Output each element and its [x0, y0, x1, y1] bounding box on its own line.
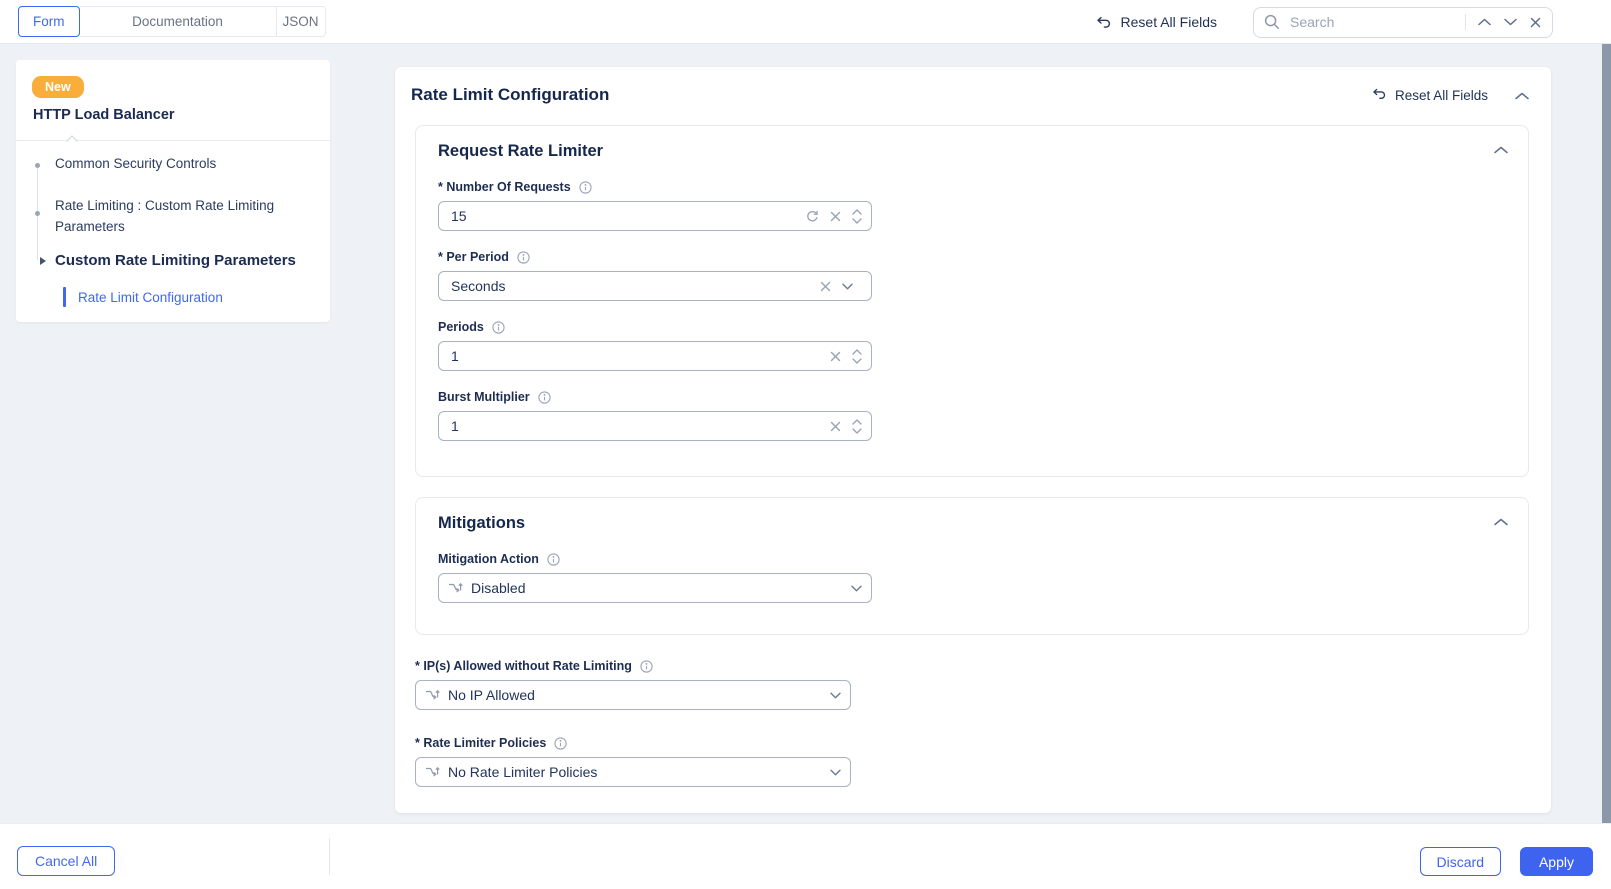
- section-title: Request Rate Limiter: [438, 142, 604, 160]
- mitigations-section: Mitigations Mitigation Action Disabled: [415, 497, 1529, 635]
- sidebar-divider: [16, 134, 330, 147]
- reset-all-fields-button[interactable]: Reset All Fields: [1095, 14, 1217, 30]
- bullet-icon: [35, 211, 40, 216]
- panel-reset-all-fields-label: Reset All Fields: [1394, 88, 1488, 103]
- info-icon[interactable]: [579, 180, 592, 194]
- rate-limiter-policies-field: * Rate Limiter Policies No Rate Limiter …: [415, 736, 851, 787]
- search-divider: [1465, 14, 1466, 30]
- app-window: Form Documentation JSON Reset All Fields: [0, 0, 1611, 889]
- number-stepper-icon[interactable]: [852, 208, 862, 225]
- mitigation-action-select[interactable]: Disabled: [438, 573, 872, 603]
- field-label: * Rate Limiter Policies: [415, 736, 547, 750]
- info-icon[interactable]: [492, 320, 505, 334]
- periods-input[interactable]: [439, 348, 830, 364]
- field-label: Burst Multiplier: [438, 390, 530, 404]
- field-label: * IP(s) Allowed without Rate Limiting: [415, 659, 632, 673]
- bullet-icon: [35, 163, 40, 168]
- footer-bar: Cancel All Discard Apply: [0, 823, 1611, 889]
- section-collapse-icon[interactable]: [1494, 518, 1508, 526]
- sidebar-item-rate-limit-configuration[interactable]: Rate Limit Configuration: [78, 290, 223, 305]
- burst-multiplier-input[interactable]: [439, 418, 830, 434]
- clear-icon[interactable]: [830, 421, 841, 432]
- refresh-icon[interactable]: [806, 210, 819, 223]
- view-tabs: Form Documentation JSON: [18, 6, 326, 37]
- selected-value: Seconds: [451, 278, 506, 294]
- field-label: * Number Of Requests: [438, 180, 571, 194]
- field-label: Mitigation Action: [438, 552, 539, 566]
- request-rate-limiter-section: Request Rate Limiter * Number Of Request…: [415, 125, 1529, 477]
- undo-icon: [1095, 15, 1112, 30]
- apply-button[interactable]: Apply: [1519, 847, 1593, 876]
- sidebar: New HTTP Load Balancer Common Security C…: [16, 60, 330, 322]
- vertical-scrollbar[interactable]: [1602, 44, 1611, 826]
- sidebar-item-rate-limiting[interactable]: Rate Limiting : Custom Rate Limiting Par…: [55, 195, 301, 237]
- ips-allowed-field: * IP(s) Allowed without Rate Limiting No…: [415, 659, 851, 710]
- divider-notch: [66, 134, 78, 147]
- undo-icon: [1371, 87, 1387, 104]
- chevron-down-icon: [830, 769, 841, 776]
- active-item-indicator: [63, 287, 66, 307]
- selected-value: No Rate Limiter Policies: [448, 764, 598, 780]
- search-next-icon[interactable]: [1504, 18, 1517, 26]
- tab-form[interactable]: Form: [18, 6, 80, 37]
- section-collapse-icon[interactable]: [1494, 146, 1508, 154]
- tab-json[interactable]: JSON: [275, 6, 326, 37]
- reset-all-fields-label: Reset All Fields: [1120, 14, 1217, 30]
- selected-value: No IP Allowed: [448, 687, 535, 703]
- rate-limiter-policies-select[interactable]: No Rate Limiter Policies: [415, 757, 851, 787]
- burst-multiplier-input-wrap: [438, 411, 872, 441]
- discard-button[interactable]: Discard: [1419, 847, 1501, 876]
- clear-icon[interactable]: [830, 211, 841, 222]
- selected-value: Disabled: [471, 580, 526, 596]
- info-icon[interactable]: [517, 250, 530, 264]
- number-of-requests-input-wrap: [438, 201, 872, 231]
- sidebar-item-common-security-controls[interactable]: Common Security Controls: [55, 156, 216, 171]
- per-period-select[interactable]: Seconds: [438, 271, 872, 301]
- field-label: * Per Period: [438, 250, 509, 264]
- page-title: Rate Limit Configuration: [411, 85, 610, 104]
- split-arrow-icon: [425, 765, 440, 779]
- panel-header-actions: Reset All Fields: [1371, 87, 1529, 104]
- sidebar-item-custom-rate-limiting-parameters[interactable]: Custom Rate Limiting Parameters: [55, 252, 296, 269]
- search-prev-icon[interactable]: [1478, 18, 1491, 26]
- info-icon[interactable]: [547, 552, 560, 566]
- burst-multiplier-field: Burst Multiplier: [438, 390, 1508, 441]
- search-input[interactable]: [1288, 13, 1459, 31]
- search-icon: [1264, 14, 1280, 30]
- topbar-right: Reset All Fields: [1095, 0, 1553, 44]
- chevron-down-icon: [851, 585, 862, 592]
- chevron-down-icon: [830, 692, 841, 699]
- mitigation-action-field: Mitigation Action Disabled: [438, 552, 1508, 603]
- new-badge: New: [32, 76, 84, 98]
- periods-field: Periods: [438, 320, 1508, 371]
- search-box: [1253, 6, 1553, 38]
- clear-icon[interactable]: [830, 351, 841, 362]
- cancel-all-button[interactable]: Cancel All: [17, 846, 116, 876]
- chevron-down-icon: [842, 283, 853, 290]
- number-stepper-icon[interactable]: [852, 348, 862, 365]
- field-label: Periods: [438, 320, 484, 334]
- periods-input-wrap: [438, 341, 872, 371]
- panel-collapse-icon[interactable]: [1515, 92, 1529, 100]
- split-arrow-icon: [448, 581, 463, 595]
- footer-divider: [329, 838, 330, 875]
- section-title: Mitigations: [438, 514, 526, 532]
- panel-reset-all-fields-button[interactable]: Reset All Fields: [1371, 87, 1488, 104]
- number-of-requests-field: * Number Of Requests: [438, 180, 1508, 231]
- info-icon[interactable]: [538, 390, 551, 404]
- number-stepper-icon[interactable]: [852, 418, 862, 435]
- tab-documentation[interactable]: Documentation: [79, 6, 277, 37]
- topbar: Form Documentation JSON Reset All Fields: [0, 0, 1611, 44]
- split-arrow-icon: [425, 688, 440, 702]
- clear-icon[interactable]: [820, 281, 831, 292]
- info-icon[interactable]: [640, 659, 653, 673]
- ips-allowed-select[interactable]: No IP Allowed: [415, 680, 851, 710]
- caret-right-icon: [40, 257, 46, 265]
- rate-limit-configuration-panel: Rate Limit Configuration Reset All Field…: [395, 67, 1551, 813]
- info-icon[interactable]: [554, 736, 567, 750]
- sidebar-title: HTTP Load Balancer: [33, 107, 175, 123]
- search-close-icon[interactable]: [1530, 17, 1541, 28]
- per-period-field: * Per Period Seconds: [438, 250, 1508, 301]
- number-of-requests-input[interactable]: [439, 208, 806, 224]
